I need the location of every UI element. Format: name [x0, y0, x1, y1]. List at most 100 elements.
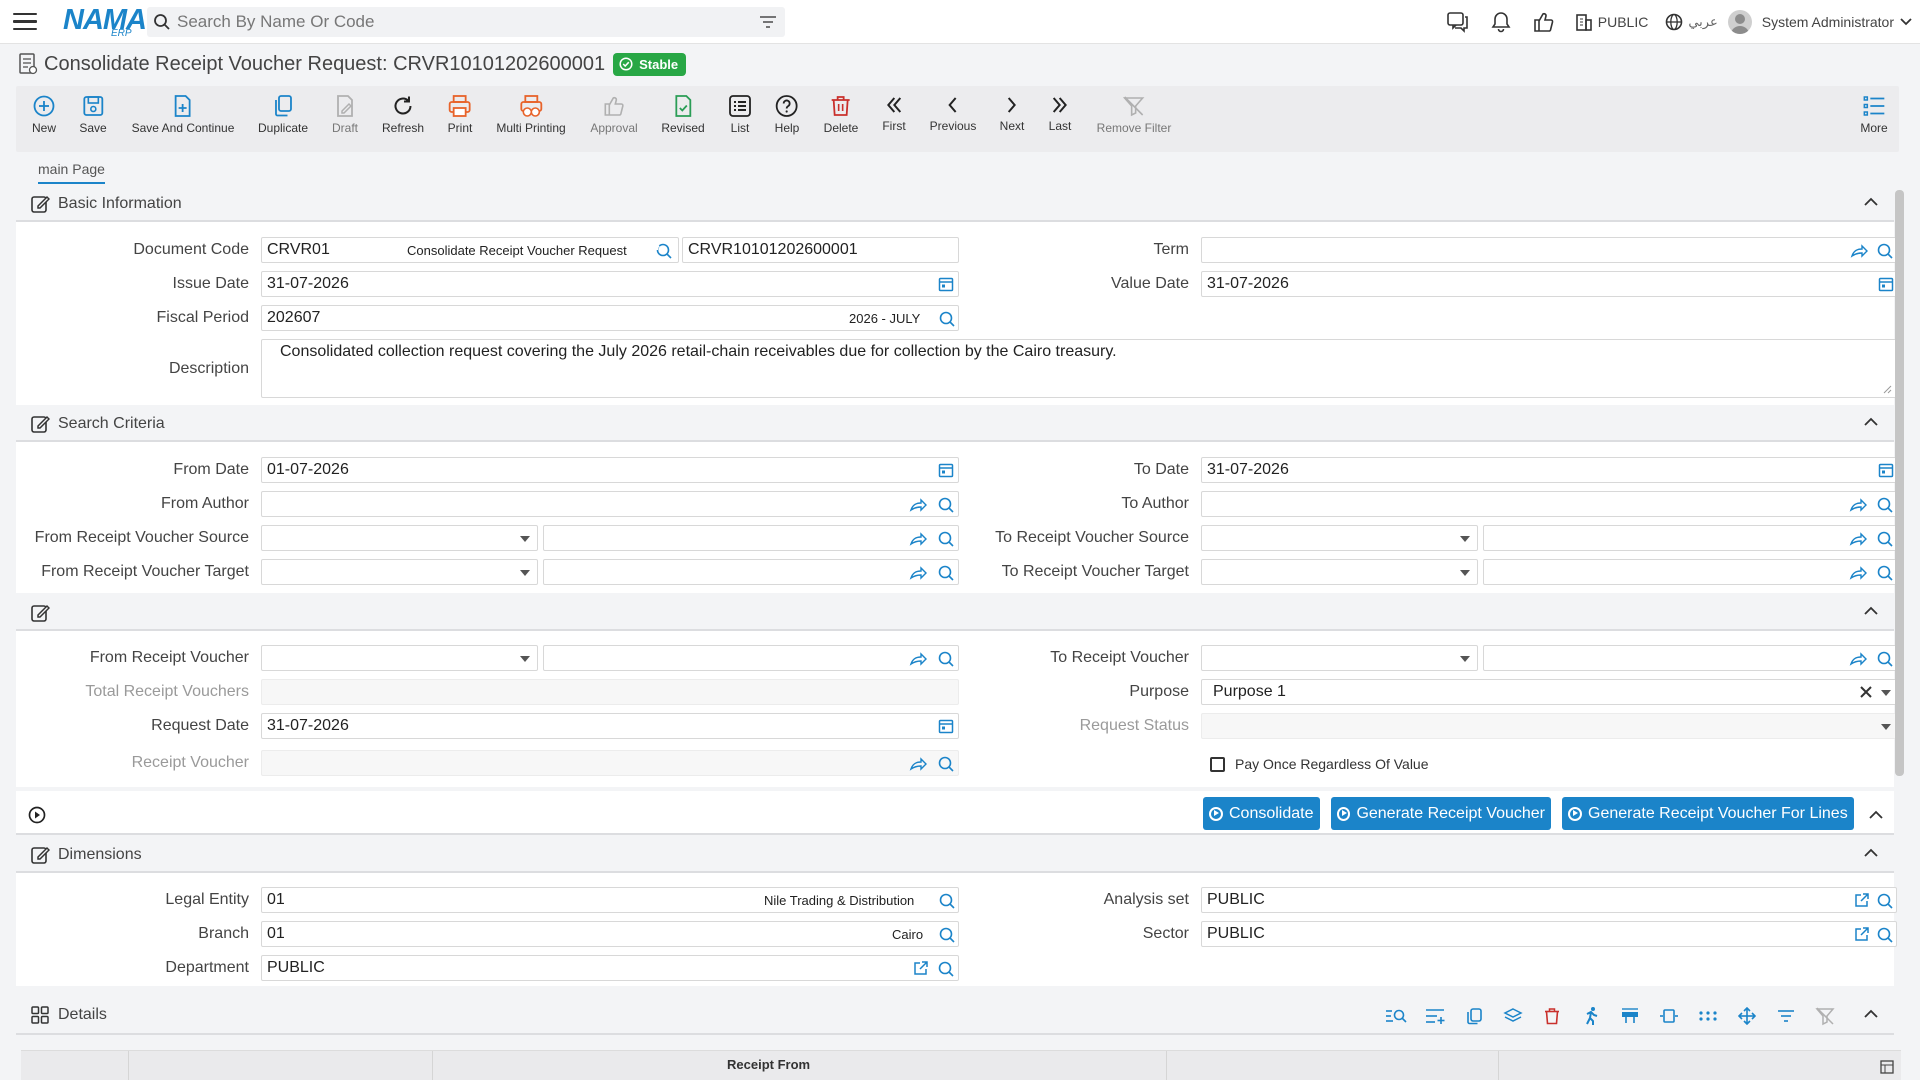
legal-entity-field[interactable]: 01 Nile Trading & Distribution: [261, 887, 959, 913]
draft-button[interactable]: Draft: [332, 94, 358, 135]
thumb-up-icon[interactable]: [1532, 11, 1554, 33]
from-receipt-voucher-field[interactable]: [543, 645, 959, 671]
to-source-field[interactable]: [1483, 525, 1897, 551]
page-scrollbar[interactable]: [1895, 190, 1904, 776]
share-arrow-icon[interactable]: [909, 530, 927, 548]
lookup-icon[interactable]: [1876, 892, 1894, 910]
to-date-field[interactable]: 31-07-2026: [1201, 457, 1897, 483]
share-arrow-icon[interactable]: [1849, 496, 1867, 514]
value-date-field[interactable]: 31-07-2026: [1201, 271, 1897, 297]
copy-row-icon[interactable]: [1460, 1002, 1488, 1030]
issue-date-field[interactable]: 31-07-2026: [261, 271, 959, 297]
column-chooser-icon[interactable]: [1880, 1060, 1894, 1074]
calendar-icon[interactable]: [938, 276, 954, 292]
share-arrow-icon[interactable]: [1849, 650, 1867, 668]
branch-field[interactable]: 01 Cairo: [261, 921, 959, 947]
organization-switch[interactable]: PUBLIC: [1574, 12, 1648, 32]
delete-button[interactable]: Delete: [824, 94, 858, 135]
request-date-field[interactable]: 31-07-2026: [261, 713, 959, 739]
remove-filter-button[interactable]: Remove Filter: [1097, 94, 1171, 135]
consolidate-button[interactable]: Consolidate: [1203, 797, 1320, 830]
from-date-field[interactable]: 01-07-2026: [261, 457, 959, 483]
fiscal-period-field[interactable]: 202607 2026 - JULY: [261, 305, 959, 331]
save-button[interactable]: Save: [79, 94, 107, 135]
sector-field[interactable]: PUBLIC: [1201, 921, 1897, 947]
lookup-icon[interactable]: [1876, 926, 1894, 944]
run-icon[interactable]: [1577, 1002, 1605, 1030]
share-arrow-icon[interactable]: [1849, 564, 1867, 582]
move-icon[interactable]: [1733, 1002, 1761, 1030]
department-field[interactable]: PUBLIC: [261, 955, 959, 981]
share-arrow-icon[interactable]: [909, 496, 927, 514]
lookup-icon[interactable]: [937, 650, 955, 668]
new-button[interactable]: New: [32, 94, 56, 135]
remove-filter-icon[interactable]: [1811, 1002, 1839, 1030]
chat-icon[interactable]: [1446, 11, 1470, 33]
to-receipt-voucher-field[interactable]: [1483, 645, 1897, 671]
voucher-section-header[interactable]: [16, 597, 1894, 631]
from-source-field[interactable]: [543, 525, 959, 551]
from-target-select[interactable]: [261, 559, 538, 585]
generate-receipt-voucher-lines-button[interactable]: Generate Receipt Voucher For Lines: [1562, 797, 1854, 830]
dimensions-header[interactable]: Dimensions: [16, 839, 1894, 873]
print-button[interactable]: Print: [448, 94, 472, 135]
from-source-select[interactable]: [261, 525, 538, 551]
list-button[interactable]: List: [728, 94, 752, 135]
share-arrow-icon[interactable]: [1849, 530, 1867, 548]
external-link-icon[interactable]: [913, 960, 929, 976]
lookup-icon[interactable]: [938, 926, 956, 944]
filter-icon[interactable]: [759, 15, 777, 29]
details-header[interactable]: Details: [16, 997, 1894, 1035]
dots-grid-icon[interactable]: [1694, 1002, 1722, 1030]
next-button[interactable]: Next: [1000, 94, 1024, 133]
from-receipt-voucher-select[interactable]: [261, 645, 538, 671]
term-field[interactable]: [1201, 237, 1897, 263]
chevron-up-icon[interactable]: [1869, 810, 1883, 820]
basic-info-header[interactable]: Basic Information: [16, 188, 1894, 222]
share-arrow-icon[interactable]: [909, 650, 927, 668]
lookup-icon[interactable]: [1876, 242, 1894, 260]
to-receipt-voucher-select[interactable]: [1201, 645, 1478, 671]
purpose-select[interactable]: Purpose 1: [1201, 679, 1897, 705]
duplicate-button[interactable]: Duplicate: [258, 94, 308, 135]
document-code-field[interactable]: CRVR01 Consolidate Receipt Voucher Reque…: [261, 237, 679, 263]
lookup-icon[interactable]: [1876, 530, 1894, 548]
help-button[interactable]: Help: [775, 94, 799, 135]
user-menu[interactable]: System Administrator: [1727, 10, 1912, 34]
add-row-icon[interactable]: [1421, 1002, 1449, 1030]
external-link-icon[interactable]: [1854, 892, 1870, 908]
refresh-button[interactable]: Refresh: [382, 94, 424, 135]
tab-main-page[interactable]: main Page: [38, 161, 105, 184]
description-textarea[interactable]: Consolidated collection request covering…: [261, 339, 1897, 398]
lookup-icon[interactable]: [1876, 564, 1894, 582]
calendar-icon[interactable]: [938, 462, 954, 478]
lookup-icon[interactable]: [937, 564, 955, 582]
app-logo[interactable]: NAMA ERP: [63, 5, 153, 39]
bell-icon[interactable]: [1490, 11, 1512, 33]
share-arrow-icon[interactable]: [1850, 242, 1868, 260]
lookup-icon[interactable]: [1876, 496, 1894, 514]
previous-button[interactable]: Previous: [930, 94, 976, 133]
first-button[interactable]: First: [882, 94, 906, 133]
resize-handle-icon[interactable]: [1882, 384, 1892, 394]
lookup-icon[interactable]: [937, 496, 955, 514]
chevron-up-icon[interactable]: [1864, 1009, 1878, 1019]
to-author-field[interactable]: [1201, 491, 1897, 517]
multi-printing-button[interactable]: Multi Printing: [496, 94, 566, 135]
filter-lines-icon[interactable]: [1772, 1002, 1800, 1030]
from-target-field[interactable]: [543, 559, 959, 585]
layers-icon[interactable]: [1499, 1002, 1527, 1030]
share-arrow-icon[interactable]: [909, 755, 927, 773]
calendar-icon[interactable]: [1878, 276, 1894, 292]
zoom-search-icon[interactable]: [1382, 1002, 1410, 1030]
lookup-icon[interactable]: [937, 530, 955, 548]
pay-once-checkbox[interactable]: [1210, 756, 1225, 772]
calendar-icon[interactable]: [1878, 462, 1894, 478]
clear-icon[interactable]: [1859, 685, 1873, 699]
to-target-field[interactable]: [1483, 559, 1897, 585]
calendar-icon[interactable]: [938, 718, 954, 734]
language-switch[interactable]: عربي: [1664, 12, 1718, 32]
search-criteria-header[interactable]: Search Criteria: [16, 408, 1894, 442]
share-arrow-icon[interactable]: [909, 564, 927, 582]
approval-button[interactable]: Approval: [590, 94, 638, 135]
